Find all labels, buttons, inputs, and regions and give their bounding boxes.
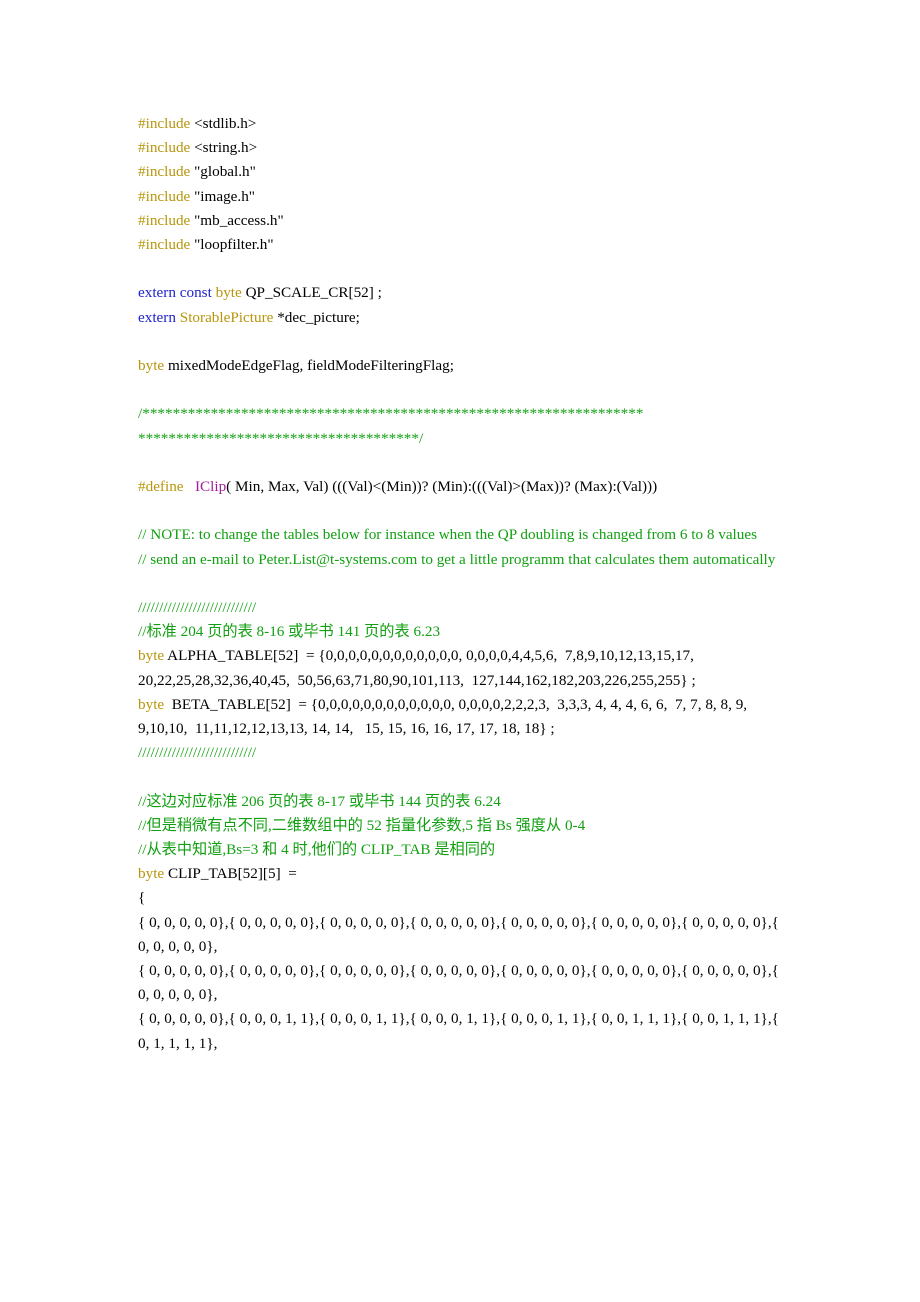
banner-comment-line: *************************************/ [138, 427, 788, 451]
separator-comment-line: //////////////////////////// [138, 741, 788, 765]
clip-tab-row-values: { 0, 0, 0, 0, 0},{ 0, 0, 0, 0, 0},{ 0, 0… [138, 913, 779, 955]
note-comment-line: // send an e-mail to Peter.List@t-system… [138, 548, 788, 572]
macro-body: ( Min, Max, Val) (((Val)<(Min))? (Min):(… [226, 477, 658, 495]
separator-comment-line: //////////////////////////// [138, 596, 788, 620]
alpha-table-declaration: byte ALPHA_TABLE[52] = {0,0,0,0,0,0,0,0,… [138, 644, 788, 692]
include-target: <stdlib.h> [194, 115, 257, 132]
include-line: #include "global.h" [138, 160, 788, 184]
extern-identifier: QP_SCALE_CR[52] ; [245, 284, 382, 302]
include-target: "global.h" [194, 163, 256, 181]
beta-table-declaration: byte BETA_TABLE[52] = {0,0,0,0,0,0,0,0,0… [138, 693, 788, 741]
slash-separator-1: //////////////////////////// [138, 598, 257, 616]
include-line: #include "image.h" [138, 185, 788, 209]
include-directive: #include [138, 139, 191, 157]
include-directive: #include [138, 236, 191, 254]
chinese-comment-line: //这边对应标准 206 页的表 8-17 或毕书 144 页的表 6.24 [138, 790, 788, 814]
beta-table-name: BETA_TABLE[52] [171, 695, 291, 713]
clip-tab-row-values: { 0, 0, 0, 0, 0},{ 0, 0, 0, 0, 0},{ 0, 0… [138, 962, 779, 1004]
byte-type-keyword: byte [215, 284, 242, 302]
include-line: #include <stdlib.h> [138, 112, 788, 136]
clip-tab-row: { 0, 0, 0, 0, 0},{ 0, 0, 0, 0, 0},{ 0, 0… [138, 959, 788, 1007]
include-directive: #include [138, 211, 191, 229]
code-listing: #include <stdlib.h> #include <string.h> … [138, 112, 788, 1056]
clip-tab-row-values: { 0, 0, 0, 0, 0},{ 0, 0, 0, 1, 1},{ 0, 0… [138, 1010, 779, 1052]
assignment-operator: = [298, 695, 307, 713]
byte-type-keyword: byte [138, 695, 165, 713]
clip-tab-row: { 0, 0, 0, 0, 0},{ 0, 0, 0, 1, 1},{ 0, 0… [138, 1007, 788, 1055]
open-brace: { [138, 889, 146, 907]
assignment-operator: = [288, 865, 297, 883]
chinese-comment-line: //标准 204 页的表 8-16 或毕书 141 页的表 6.23 [138, 620, 788, 644]
clip-tab-row: { 0, 0, 0, 0, 0},{ 0, 0, 0, 0, 0},{ 0, 0… [138, 911, 788, 959]
include-target: "image.h" [194, 187, 255, 205]
macro-name-iclip: IClip [194, 477, 227, 495]
clip-tab-declaration: byte CLIP_TAB[52][5] = [138, 862, 788, 886]
global-identifiers: mixedModeEdgeFlag, fieldModeFilteringFla… [167, 357, 454, 374]
global-declaration-line: byte mixedModeEdgeFlag, fieldModeFilteri… [138, 354, 788, 378]
include-target: <string.h> [194, 139, 258, 157]
chinese-comment-line: //但是稍微有点不同,二维数组中的 52 指量化参数,5 指 Bs 强度从 0-… [138, 814, 788, 838]
extern-declaration-line: extern const byte QP_SCALE_CR[52] ; [138, 281, 788, 305]
define-directive: #define [138, 477, 184, 495]
byte-type-keyword: byte [138, 865, 165, 883]
byte-type-keyword: byte [138, 647, 165, 665]
clip-tab-name: CLIP_TAB[52][5] [167, 865, 281, 883]
extern-const-keyword: extern const [138, 284, 212, 302]
note-comment-text-2: // send an e-mail to Peter.List@t-system… [138, 550, 776, 568]
extern-identifier: *dec_picture; [277, 308, 360, 326]
chinese-comment-2: //这边对应标准 206 页的表 8-17 或毕书 144 页的表 6.24 [138, 792, 501, 810]
note-comment-text-1: // NOTE: to change the tables below for … [138, 526, 758, 544]
banner-comment-line: /***************************************… [138, 402, 788, 426]
extern-declaration-line: extern StorablePicture *dec_picture; [138, 306, 788, 330]
extern-keyword: extern [138, 308, 176, 326]
include-directive: #include [138, 187, 191, 205]
chinese-comment-1: //标准 204 页的表 8-16 或毕书 141 页的表 6.23 [138, 623, 441, 641]
clip-tab-open-brace: { [138, 886, 788, 910]
document-page: #include <stdlib.h> #include <string.h> … [0, 0, 920, 1302]
define-macro-line: #define IClip( Min, Max, Val) (((Val)<(M… [138, 475, 788, 499]
include-line: #include "mb_access.h" [138, 209, 788, 233]
include-line: #include "loopfilter.h" [138, 233, 788, 257]
chinese-comment-4: //从表中知道,Bs=3 和 4 时,他们的 CLIP_TAB 是相同的 [138, 840, 496, 858]
alpha-table-name: ALPHA_TABLE[52] [167, 647, 299, 665]
include-target: "loopfilter.h" [194, 236, 274, 254]
assignment-operator: = [305, 647, 315, 665]
slash-separator-2: //////////////////////////// [138, 744, 257, 762]
include-directive: #include [138, 115, 191, 132]
banner-stars-row2: *************************************/ [138, 429, 424, 447]
include-line: #include <string.h> [138, 136, 788, 160]
byte-type-keyword: byte [138, 357, 165, 374]
include-target: "mb_access.h" [194, 211, 284, 229]
banner-stars-row1: /***************************************… [138, 405, 644, 423]
storable-picture-type: StorablePicture [179, 308, 274, 326]
note-comment-line: // NOTE: to change the tables below for … [138, 523, 788, 547]
chinese-comment-3: //但是稍微有点不同,二维数组中的 52 指量化参数,5 指 Bs 强度从 0-… [138, 816, 586, 834]
chinese-comment-line: //从表中知道,Bs=3 和 4 时,他们的 CLIP_TAB 是相同的 [138, 838, 788, 862]
include-directive: #include [138, 163, 191, 181]
